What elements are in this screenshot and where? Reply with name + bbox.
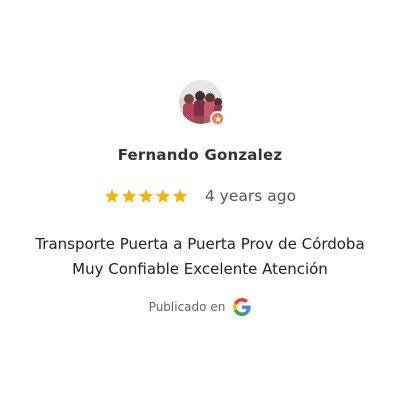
- reviewer-name[interactable]: Fernando Gonzalez: [0, 146, 400, 164]
- published-on-label: Publicado en: [148, 300, 226, 314]
- avatar-container[interactable]: [179, 80, 225, 126]
- star-icon: [172, 188, 188, 203]
- star-icon: [104, 188, 120, 203]
- local-guide-star-icon: [213, 114, 222, 122]
- star-rating: [104, 188, 188, 204]
- google-icon[interactable]: [233, 298, 251, 316]
- review-text-line-1: Transporte Puerta a Puerta Prov de Córdo…: [35, 235, 365, 253]
- review-time-ago: 4 years ago: [204, 187, 297, 205]
- review-text-line-2: Muy Confiable Excelente Atención: [72, 260, 328, 278]
- star-icon: [121, 188, 137, 203]
- star-icon: [138, 188, 154, 203]
- star-icon: [155, 188, 171, 203]
- rating-row: 4 years ago: [0, 186, 400, 205]
- review-text: Transporte Puerta a Puerta Prov de Córdo…: [0, 232, 400, 282]
- review-card: Fernando Gonzalez 4 years ago Transporte…: [0, 0, 400, 400]
- review-source: Publicado en: [0, 298, 400, 316]
- local-guide-badge: [210, 111, 225, 126]
